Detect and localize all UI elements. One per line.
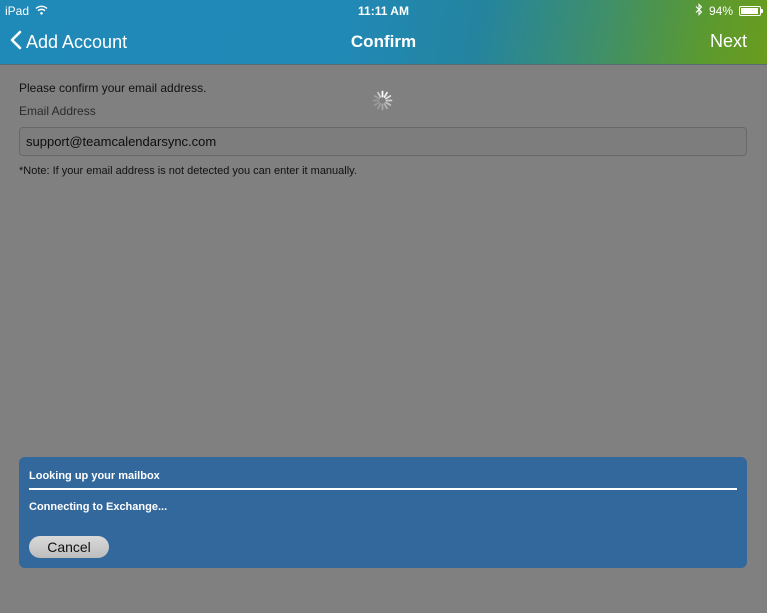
- progress-divider: [29, 488, 737, 490]
- status-bar: iPad 11:11 AM 94%: [0, 0, 767, 22]
- header-bar: iPad 11:11 AM 94% Add Account Confirm Ne…: [0, 0, 767, 65]
- progress-status: Connecting to Exchange...: [29, 501, 168, 513]
- page-title: Confirm: [350, 32, 417, 51]
- battery-level: [741, 8, 758, 14]
- confirm-prompt: Please confirm your email address.: [19, 81, 207, 95]
- bluetooth-icon: [695, 3, 703, 19]
- progress-panel: Looking up your mailbox Connecting to Ex…: [19, 457, 747, 568]
- next-button[interactable]: Next: [710, 31, 747, 52]
- screen: iPad 11:11 AM 94% Add Account Confirm Ne…: [0, 0, 767, 613]
- status-right: 94%: [695, 3, 763, 19]
- manual-entry-note: *Note: If your email address is not dete…: [19, 165, 357, 177]
- email-field-label: Email Address: [19, 104, 96, 118]
- battery-icon: [739, 6, 763, 16]
- nav-bar: Add Account Confirm Next: [0, 22, 767, 64]
- status-time: 11:11 AM: [358, 4, 409, 18]
- spinner-icon: [372, 90, 393, 111]
- battery-percent: 94%: [708, 4, 733, 18]
- email-field[interactable]: [19, 127, 747, 156]
- cancel-button[interactable]: Cancel: [29, 536, 109, 558]
- progress-title: Looking up your mailbox: [29, 470, 160, 482]
